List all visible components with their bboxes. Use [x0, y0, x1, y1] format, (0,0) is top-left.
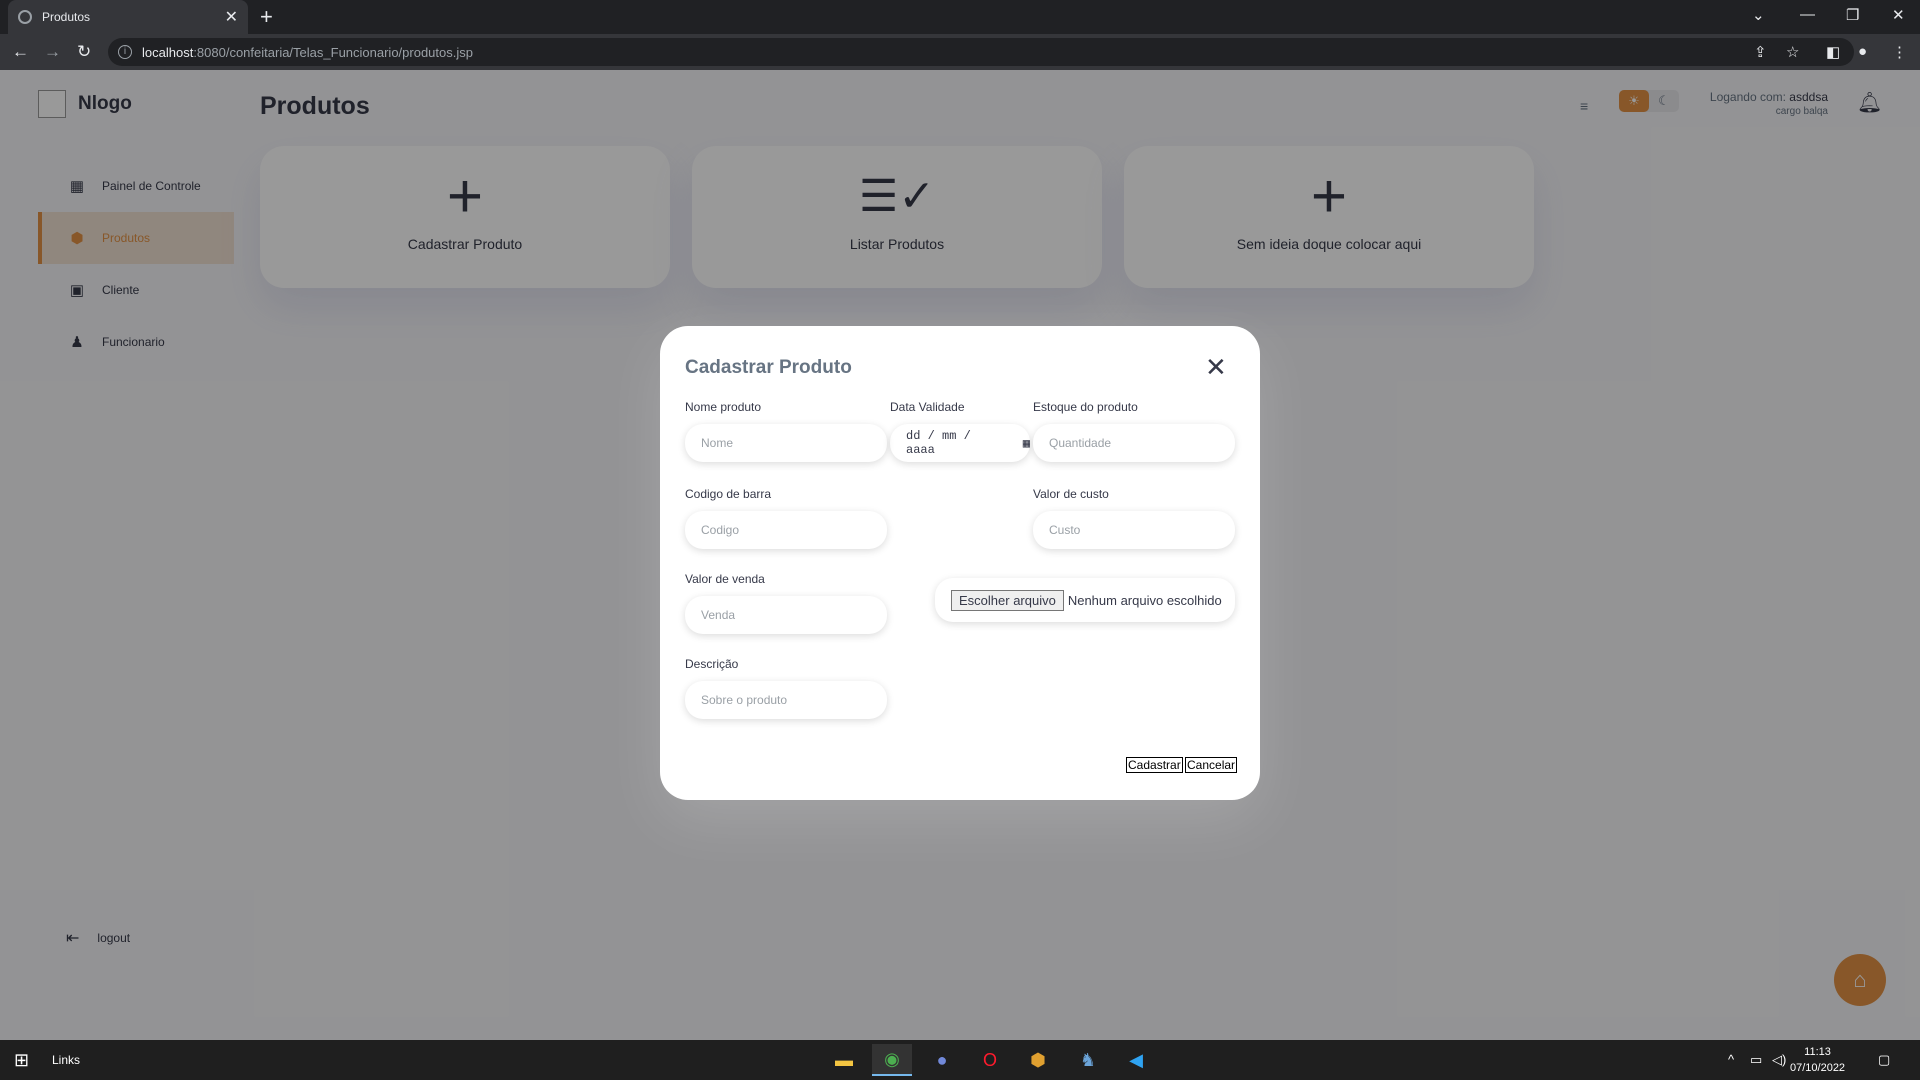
- custo-input[interactable]: [1033, 511, 1235, 549]
- vscode-icon[interactable]: ◀: [1116, 1044, 1156, 1076]
- file-status: Nenhum arquivo escolhido: [1067, 592, 1222, 608]
- clock-date: 07/10/2022: [1790, 1062, 1846, 1074]
- data-label: Data Validade: [890, 400, 965, 414]
- back-icon[interactable]: ←: [12, 42, 29, 62]
- venda-input[interactable]: [685, 596, 887, 634]
- cancelar-button[interactable]: Cancelar: [1185, 757, 1238, 773]
- windows-start-icon[interactable]: ⊞: [14, 1050, 29, 1071]
- volume-icon[interactable]: ◁): [1772, 1052, 1786, 1068]
- url-input[interactable]: i localhost:8080/confeitaria/Telas_Funci…: [108, 38, 1854, 66]
- codigo-input[interactable]: [685, 511, 887, 549]
- bookmark-star-icon[interactable]: ☆: [1786, 43, 1799, 61]
- postgres-icon[interactable]: ♞: [1068, 1044, 1108, 1076]
- menu-kebab-icon[interactable]: ⋮: [1892, 43, 1907, 61]
- browser-tabbar: Produtos ✕ + ⌄ — ❐ ✕: [0, 0, 1920, 34]
- reload-icon[interactable]: ↻: [77, 42, 91, 62]
- tab-search-icon[interactable]: ⌄: [1752, 6, 1765, 24]
- links-toolbar[interactable]: Links: [52, 1053, 80, 1067]
- venda-label: Valor de venda: [685, 572, 765, 586]
- restore-icon[interactable]: ❐: [1846, 6, 1859, 24]
- descricao-label: Descrição: [685, 657, 739, 671]
- share-icon[interactable]: ⇪: [1754, 43, 1767, 61]
- descricao-input[interactable]: [685, 681, 887, 719]
- url-host: localhost: [142, 44, 194, 60]
- cadastrar-produto-modal: Cadastrar Produto ✕ Nome produto Data Va…: [660, 326, 1260, 800]
- close-tab-icon[interactable]: ✕: [225, 7, 238, 27]
- file-input[interactable]: Escolher arquivo Nenhum arquivo escolhid…: [935, 578, 1235, 622]
- new-tab-icon[interactable]: +: [260, 4, 273, 30]
- tray-chevron-icon[interactable]: ^: [1728, 1052, 1734, 1067]
- window-close-icon[interactable]: ✕: [1892, 6, 1905, 24]
- clock-time: 11:13: [1804, 1046, 1831, 1058]
- nome-input[interactable]: [685, 424, 887, 462]
- calendar-icon[interactable]: ▦: [1023, 436, 1030, 451]
- tab-title: Produtos: [42, 10, 91, 24]
- codigo-label: Codigo de barra: [685, 487, 772, 501]
- browser-tab[interactable]: Produtos ✕: [8, 0, 248, 34]
- estoque-input[interactable]: [1033, 424, 1235, 462]
- data-validade-input[interactable]: dd / mm / aaaa ▦: [890, 424, 1030, 462]
- chrome-icon[interactable]: ◉: [872, 1044, 912, 1076]
- network-icon[interactable]: ▭: [1750, 1052, 1762, 1068]
- sidepanel-icon[interactable]: ◧: [1826, 43, 1840, 61]
- profile-icon[interactable]: ●: [1858, 43, 1867, 60]
- estoque-label: Estoque do produto: [1033, 400, 1138, 414]
- clock[interactable]: 11:13 07/10/2022: [1790, 1044, 1845, 1076]
- url-path: :8080/confeitaria/Telas_Funcionario/prod…: [193, 44, 473, 60]
- notifications-icon[interactable]: ▢: [1878, 1052, 1890, 1068]
- info-icon[interactable]: i: [118, 45, 132, 59]
- globe-icon: [18, 10, 32, 24]
- nome-label: Nome produto: [685, 400, 762, 414]
- opera-icon[interactable]: O: [970, 1044, 1010, 1076]
- minimize-icon[interactable]: —: [1800, 6, 1815, 23]
- forward-icon[interactable]: →: [44, 42, 61, 62]
- modal-title: Cadastrar Produto: [685, 357, 852, 378]
- cadastrar-button[interactable]: Cadastrar: [1126, 757, 1183, 773]
- close-icon[interactable]: ✕: [1205, 352, 1227, 383]
- choose-file-button[interactable]: Escolher arquivo: [951, 589, 1064, 611]
- app-cube-icon[interactable]: ⬢: [1018, 1044, 1058, 1076]
- discord-icon[interactable]: ●: [922, 1044, 962, 1076]
- custo-label: Valor de custo: [1033, 487, 1109, 501]
- date-value: dd / mm / aaaa: [906, 429, 971, 457]
- windows-taskbar: ⊞ Links ▬ ◉ ● O ⬢ ♞ ◀ ^ ▭ ◁) 11:13 07/10…: [0, 1040, 1920, 1080]
- address-bar: ← → ↻ i localhost:8080/confeitaria/Telas…: [0, 34, 1920, 70]
- file-explorer-icon[interactable]: ▬: [824, 1044, 864, 1076]
